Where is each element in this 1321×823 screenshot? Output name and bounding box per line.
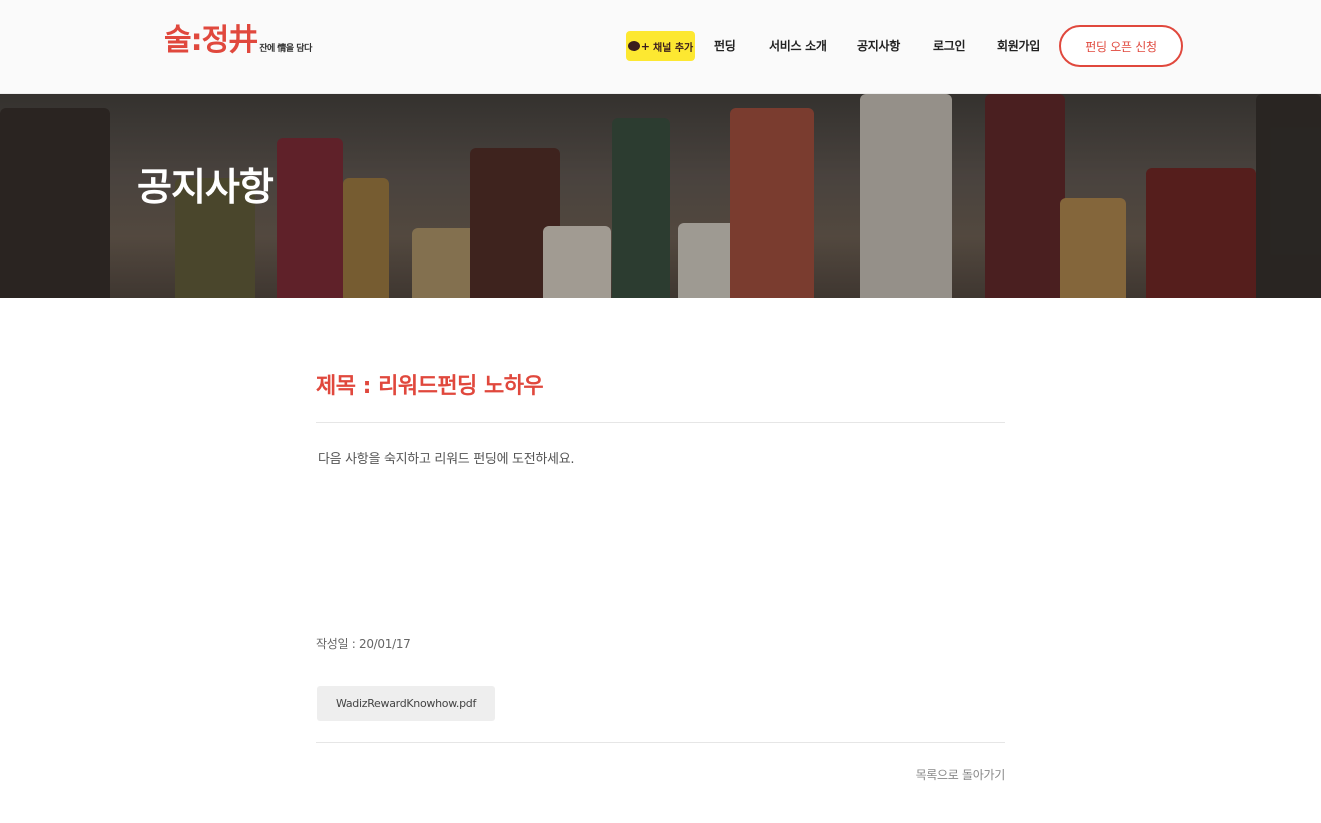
funding-open-button[interactable]: 펀딩 오픈 신청 [1059,25,1183,67]
post-body: 다음 사항을 숙지하고 리워드 펀딩에 도전하세요. [318,452,575,467]
kakao-channel-button[interactable]: + 채널 추가 [626,31,695,61]
hero-banner: 공지사항 [0,94,1321,298]
plus-icon: + [640,39,650,53]
divider [316,422,1005,423]
divider [316,742,1005,743]
post-date: 작성일 : 20/01/17 [316,637,411,651]
nav-link-login[interactable]: 로그인 [933,37,966,54]
attachment-download-button[interactable]: WadizRewardKnowhow.pdf [317,686,495,721]
nav-link-funding[interactable]: 펀딩 [714,37,736,54]
post-title: 제목 : 리워드펀딩 노하우 [316,374,544,399]
kakao-talk-icon [627,41,640,51]
back-to-list-link[interactable]: 목록으로 돌아가기 [916,766,1006,783]
nav-link-service-intro[interactable]: 서비스 소개 [769,37,827,54]
nav-link-notice[interactable]: 공지사항 [857,37,900,54]
nav-link-signup[interactable]: 회원가입 [997,37,1040,54]
kakao-channel-label: 채널 추가 [652,42,694,54]
page-title: 공지사항 [137,165,274,209]
site-header: 술:정井 잔에 情을 담다 + 채널 추가 펀딩 서비스 소개 공지사항 로그인… [0,0,1321,94]
main-nav: + 채널 추가 펀딩 서비스 소개 공지사항 로그인 회원가입 펀딩 오픈 신청 [0,0,1321,94]
